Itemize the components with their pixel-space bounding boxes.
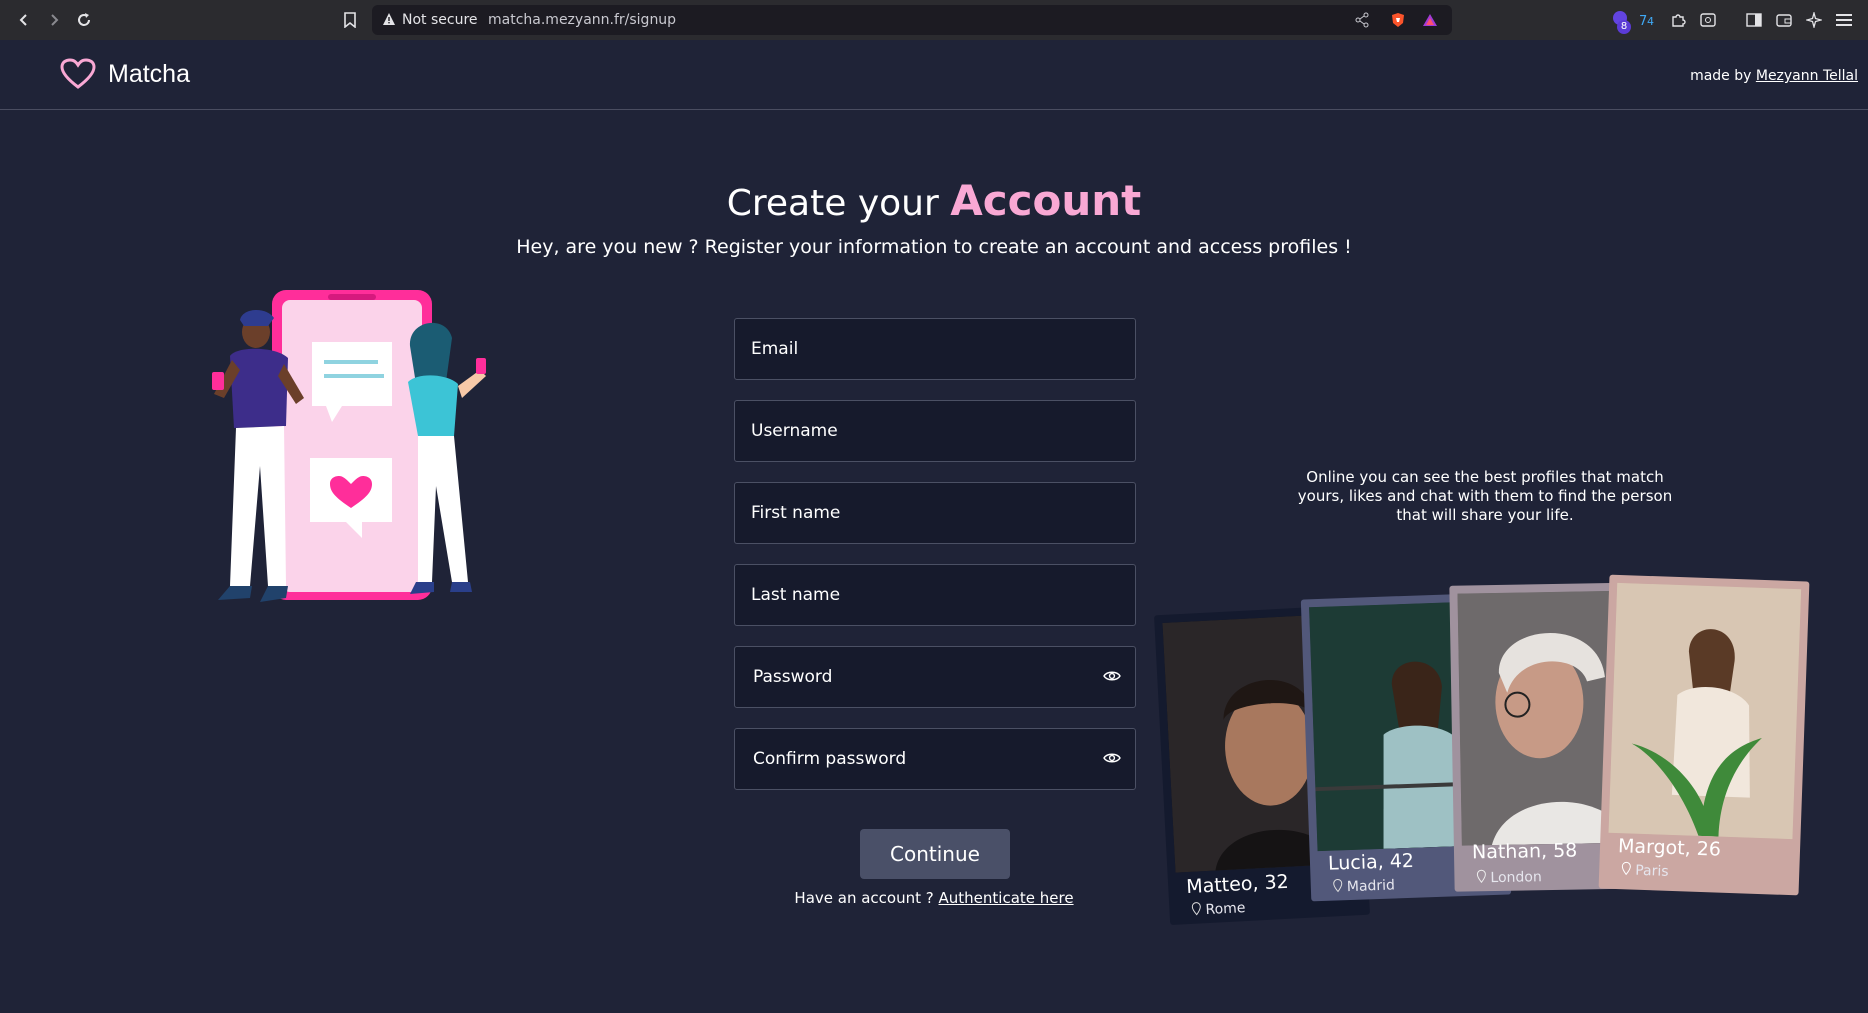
- profile-name: Margot, 26: [1617, 835, 1722, 861]
- profile-name: Nathan, 58: [1471, 839, 1578, 864]
- back-icon[interactable]: [12, 8, 36, 32]
- forward-icon[interactable]: [42, 8, 66, 32]
- page-subtitle: Hey, are you new ? Register your informa…: [516, 236, 1352, 258]
- page-title: Create your Account: [0, 176, 1868, 225]
- heart-logo-icon[interactable]: [60, 58, 96, 95]
- continue-button[interactable]: Continue: [860, 829, 1010, 879]
- password-label: Password: [753, 667, 833, 687]
- title-accent: Account: [950, 176, 1142, 225]
- first-name-label: First name: [751, 503, 841, 523]
- url-text[interactable]: matcha.mezyann.fr/signup: [488, 12, 676, 28]
- puzzle-icon[interactable]: [1668, 10, 1688, 30]
- title-prefix: Create your: [726, 183, 939, 224]
- sidebar-icon[interactable]: [1744, 10, 1764, 30]
- profile-city: Paris: [1621, 861, 1669, 881]
- media-icon[interactable]: [1698, 10, 1718, 30]
- eye-icon[interactable]: [1103, 751, 1121, 770]
- last-name-field[interactable]: Last name: [734, 564, 1136, 626]
- password-field[interactable]: Password: [734, 646, 1136, 708]
- browser-toolbar: Not secure matcha.mezyann.fr/signup 8 74: [0, 0, 1868, 40]
- extension-badge: 8: [1617, 20, 1631, 34]
- app-name[interactable]: Matcha: [108, 60, 190, 89]
- address-bar[interactable]: Not secure matcha.mezyann.fr/signup: [372, 5, 1452, 35]
- confirm-password-label: Confirm password: [753, 749, 907, 769]
- profile-city: Rome: [1191, 899, 1246, 920]
- eye-icon[interactable]: [1103, 669, 1121, 688]
- share-icon[interactable]: [1354, 12, 1370, 28]
- made-by-credit: made by Mezyann Tellal: [1690, 68, 1858, 84]
- profile-name: Matteo, 32: [1185, 870, 1290, 899]
- security-label[interactable]: Not secure: [402, 12, 478, 28]
- profile-card[interactable]: Margot, 26 Paris: [1598, 574, 1810, 896]
- authenticate-link[interactable]: Authenticate here: [939, 889, 1074, 907]
- warning-icon[interactable]: [382, 12, 396, 31]
- profile-city-label: Rome: [1205, 900, 1246, 919]
- have-account-line: Have an account ? Authenticate here: [0, 889, 1868, 907]
- brave-rewards-icon[interactable]: [1422, 12, 1438, 28]
- profile-city-label: London: [1490, 869, 1542, 887]
- location-pin-icon: [1621, 861, 1632, 879]
- first-name-field[interactable]: First name: [734, 482, 1136, 544]
- svg-text:4: 4: [1647, 15, 1654, 28]
- username-field[interactable]: Username: [734, 400, 1136, 462]
- location-pin-icon: [1476, 869, 1486, 887]
- leo-ai-icon[interactable]: [1804, 10, 1824, 30]
- profile-city: Madrid: [1333, 876, 1396, 896]
- profile-city: London: [1476, 868, 1542, 887]
- last-name-label: Last name: [751, 585, 841, 605]
- brave-shield-icon[interactable]: [1390, 12, 1406, 28]
- menu-icon[interactable]: [1834, 10, 1854, 30]
- couple-phone-illustration: [196, 286, 496, 622]
- email-label: Email: [751, 339, 799, 359]
- author-link[interactable]: Mezyann Tellal: [1756, 68, 1858, 84]
- wallet-icon[interactable]: [1774, 10, 1794, 30]
- made-by-prefix: made by: [1690, 68, 1752, 84]
- email-field[interactable]: Email: [734, 318, 1136, 380]
- location-pin-icon: [1191, 901, 1202, 919]
- translate-icon[interactable]: 74: [1638, 10, 1658, 30]
- profile-photo: [1608, 582, 1802, 840]
- location-pin-icon: [1333, 878, 1344, 896]
- username-label: Username: [751, 421, 838, 441]
- profile-name: Lucia, 42: [1327, 849, 1415, 875]
- site-header: Matcha made by Mezyann Tellal: [0, 40, 1868, 110]
- have-account-text: Have an account ?: [794, 889, 934, 907]
- profile-city-label: Madrid: [1346, 877, 1396, 896]
- reload-icon[interactable]: [72, 8, 96, 32]
- profile-city-label: Paris: [1634, 862, 1669, 880]
- confirm-password-field[interactable]: Confirm password: [734, 728, 1136, 790]
- promo-text: Online you can see the best profiles tha…: [1297, 468, 1673, 524]
- bookmark-icon[interactable]: [338, 8, 362, 32]
